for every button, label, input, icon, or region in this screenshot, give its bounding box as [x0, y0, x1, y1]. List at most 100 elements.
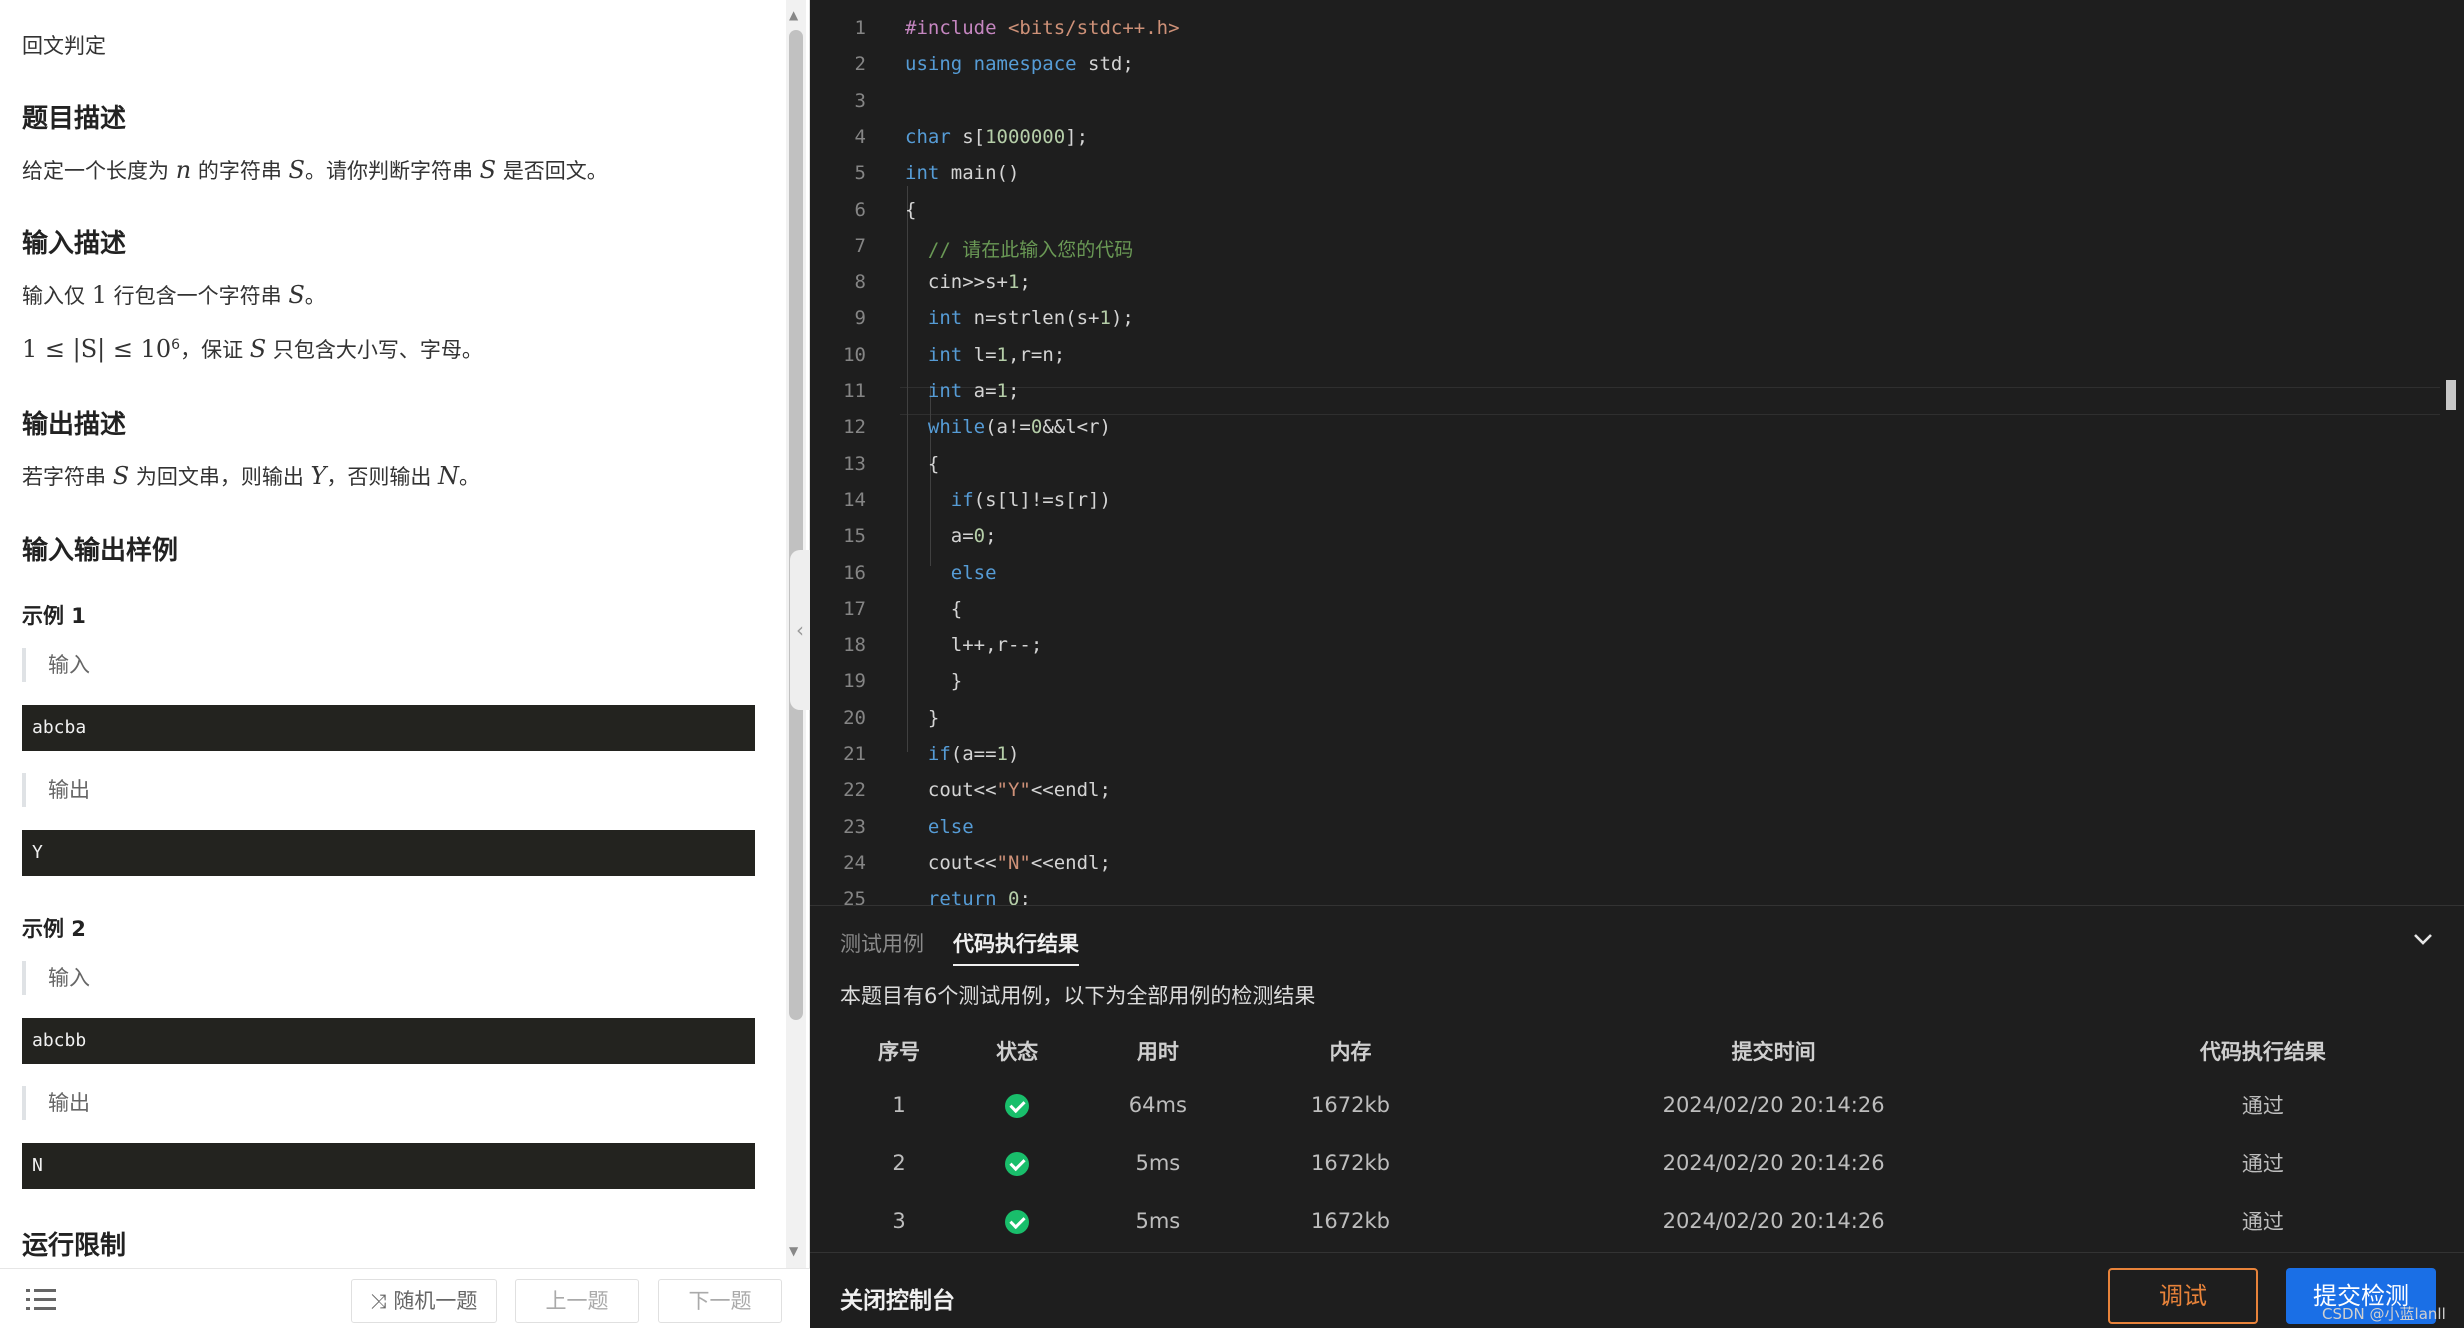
code-editor[interactable]: 1 2 3 4 5 6 7 8 9 10 11 12 13 14 15 16 17 18 19 20 21 22 23 24 2…: [810, 0, 2464, 905]
current-line-highlight: [900, 387, 2440, 415]
code-line[interactable]: l++,r--;: [905, 634, 1043, 656]
code-line[interactable]: else: [905, 562, 997, 584]
header-status: 状态: [996, 1040, 1039, 1064]
code-line[interactable]: int l=1,r=n;: [905, 344, 1065, 366]
input-var-s: S: [288, 281, 305, 309]
code-line[interactable]: #include <bits/stdc++.h>: [905, 17, 1180, 39]
results-table: 序号 状态 用时 内存 提交时间 代码执行结果 1 64ms 1672kb 20…: [840, 1026, 2440, 1250]
line-number: 9: [854, 307, 866, 330]
editor-panel: 1 2 3 4 5 6 7 8 9 10 11 12 13 14 15 16 17 18 19 20 21 22 23 24 2…: [810, 0, 2464, 1328]
code-line[interactable]: cout<<"Y"<<endl;: [905, 779, 1111, 801]
code-line[interactable]: cout<<"N"<<endl;: [905, 852, 1111, 874]
line-number: 23: [843, 815, 866, 838]
scroll-up-arrow-icon[interactable]: ▲: [789, 8, 798, 22]
output-text-a: 若字符串: [22, 465, 106, 489]
row-memory: 1672kb: [1311, 1093, 1390, 1117]
line-number: 10: [843, 343, 866, 366]
output-text: 若字符串 S 为回文串，则输出 Y，否则输出 N。: [22, 461, 480, 491]
example-output-code[interactable]: Y: [22, 830, 755, 876]
code-line[interactable]: a=0;: [905, 525, 997, 547]
line-number: 5: [854, 162, 866, 185]
code-line[interactable]: int a=1;: [905, 380, 1020, 402]
line-number: 7: [854, 234, 866, 257]
example-title: 示例 2: [22, 917, 86, 941]
row-submitted: 2024/02/20 20:14:26: [1662, 1151, 1885, 1175]
prev-problem-button[interactable]: 上一题: [515, 1279, 639, 1323]
line-number: 21: [843, 743, 866, 765]
line-number: 24: [843, 851, 866, 874]
results-summary: 本题目有6个测试用例，以下为全部用例的检测结果: [840, 984, 1316, 1008]
line-number: 25: [843, 888, 866, 905]
tab-execution-results[interactable]: 代码执行结果: [953, 928, 1079, 966]
row-index: 3: [892, 1209, 906, 1233]
code-line[interactable]: // 请在此输入您的代码: [905, 235, 1133, 262]
problem-scrollbar-thumb[interactable]: [789, 30, 803, 1020]
code-line[interactable]: {: [905, 598, 962, 620]
code-line[interactable]: {: [905, 199, 916, 221]
row-memory: 1672kb: [1311, 1151, 1390, 1175]
line-number: 1: [854, 17, 866, 39]
desc-var-s: S: [288, 156, 305, 184]
code-line[interactable]: using namespace std;: [905, 53, 1134, 75]
section-samples-title: 输入输出样例: [22, 536, 179, 566]
console-panel: 测试用例 代码执行结果 本题目有6个测试用例，以下为全部用例的检测结果 序号 状…: [810, 905, 2464, 1252]
input-text: 输入仅 1 行包含一个字符串 S。: [22, 280, 326, 310]
code-line[interactable]: }: [905, 670, 962, 692]
list-menu-icon[interactable]: [26, 1287, 56, 1311]
row-index: 1: [892, 1093, 906, 1117]
check-circle-icon: [1005, 1151, 1030, 1176]
code-line[interactable]: {: [905, 453, 939, 475]
collapse-panel-handle[interactable]: ‹: [790, 550, 810, 710]
watermark-text: CSDN @小蓝lanll: [2322, 1305, 2446, 1323]
problem-content[interactable]: 回文判定 题目描述 给定一个长度为 n 的字符串 S。请你判断字符串 S 是否回…: [0, 0, 790, 1268]
close-console-button[interactable]: 关闭控制台: [840, 1281, 955, 1315]
code-line[interactable]: if(s[l]!=s[r]): [905, 489, 1111, 511]
line-number: 2: [854, 53, 866, 76]
line-number: 3: [854, 89, 866, 112]
example-output-code[interactable]: N: [22, 1143, 755, 1189]
code-line[interactable]: }: [905, 707, 939, 729]
example-input-code[interactable]: abcbb: [22, 1018, 755, 1064]
line-number: 17: [843, 597, 866, 620]
results-header-row: 序号 状态 用时 内存 提交时间 代码执行结果: [840, 1026, 2440, 1076]
section-description-title: 题目描述: [22, 104, 127, 134]
code-line[interactable]: int main(): [905, 162, 1019, 184]
desc-text-d: 是否回文。: [502, 159, 608, 183]
row-result: 通过: [2241, 1094, 2284, 1118]
code-line[interactable]: char s[1000000];: [905, 126, 1088, 148]
example-input-code[interactable]: abcba: [22, 705, 755, 751]
row-submitted: 2024/02/20 20:14:26: [1662, 1093, 1885, 1117]
random-problem-button[interactable]: ⤨ 随机一题: [351, 1279, 497, 1323]
example-title: 示例 1: [22, 604, 86, 628]
output-text-c: ，否则输出: [326, 465, 432, 489]
code-line[interactable]: int n=strlen(s+1);: [905, 307, 1134, 329]
debug-button[interactable]: 调试: [2108, 1268, 2258, 1324]
output-var-s: S: [112, 462, 130, 490]
input-num: 1: [91, 281, 107, 309]
check-circle-icon: [1005, 1209, 1030, 1234]
desc-text-b: 的字符串: [197, 159, 282, 183]
scroll-position-marker[interactable]: [2446, 380, 2456, 410]
tab-test-cases[interactable]: 测试用例: [840, 928, 924, 958]
example-input-label: 输入: [22, 961, 90, 995]
code-line[interactable]: else: [905, 816, 974, 838]
code-line[interactable]: while(a!=0&&l<r): [905, 416, 1111, 438]
code-line[interactable]: if(a==1): [905, 743, 1020, 765]
code-line[interactable]: cin>>s+1;: [905, 271, 1031, 293]
chevron-down-icon[interactable]: [2412, 928, 2434, 950]
constraint-var-s: S: [249, 335, 267, 363]
next-problem-button[interactable]: 下一题: [658, 1279, 782, 1323]
line-number: 18: [843, 634, 866, 657]
table-row: 3 5ms 1672kb 2024/02/20 20:14:26 通过: [840, 1192, 2440, 1250]
line-number: 6: [854, 198, 866, 221]
scroll-down-arrow-icon[interactable]: ▼: [789, 1244, 798, 1258]
code-line[interactable]: return 0;: [905, 888, 1031, 905]
line-number: 22: [843, 779, 866, 802]
console-action-bar: 关闭控制台 调试 提交检测 CSDN @小蓝lanll: [810, 1252, 2464, 1328]
line-number: 4: [854, 125, 866, 148]
output-var-y: Y: [310, 462, 327, 490]
problem-panel: 回文判定 题目描述 给定一个长度为 n 的字符串 S。请你判断字符串 S 是否回…: [0, 0, 810, 1328]
header-index: 序号: [878, 1040, 921, 1064]
line-number: 16: [843, 561, 866, 584]
line-number: 19: [843, 670, 866, 693]
